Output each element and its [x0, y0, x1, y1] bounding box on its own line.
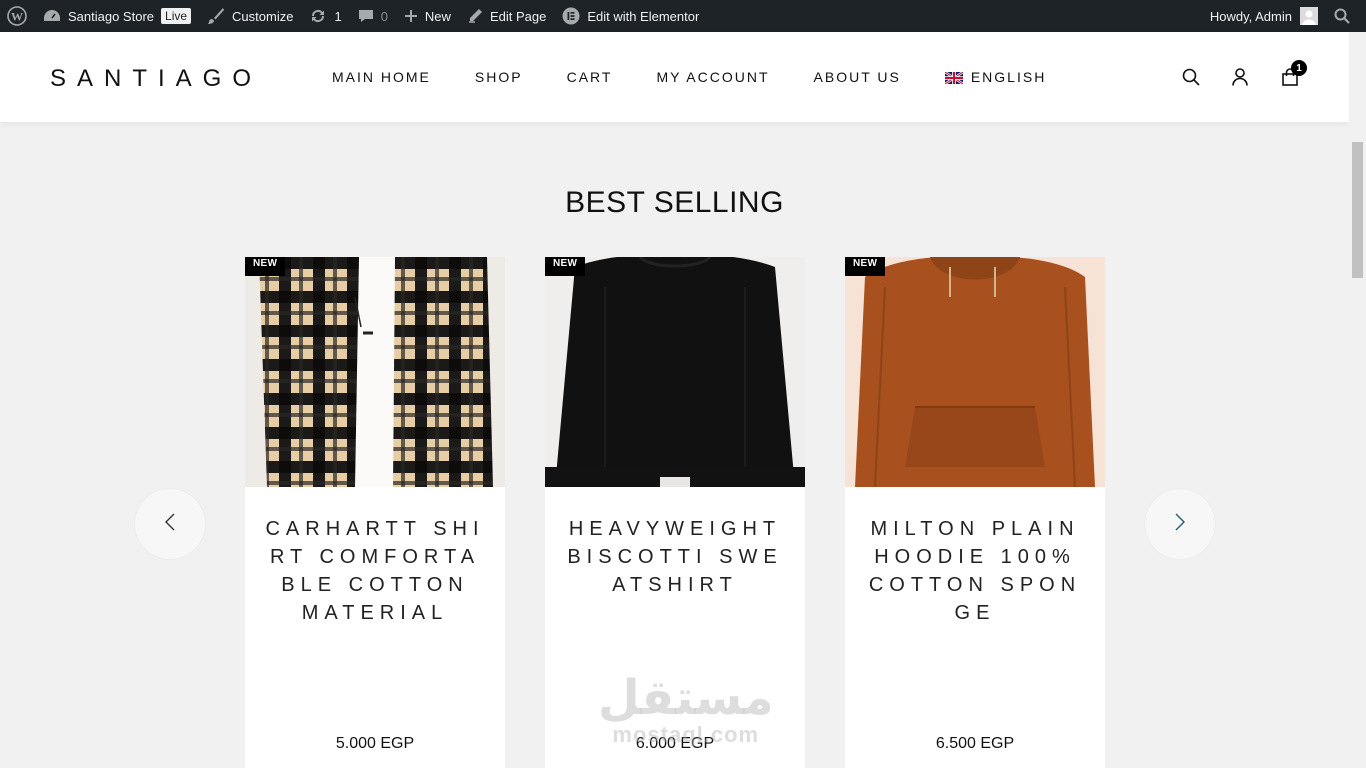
comment-icon — [358, 8, 374, 24]
cart-count-badge: 1 — [1291, 60, 1307, 76]
my-account-menu[interactable]: Howdy, Admin — [1202, 0, 1326, 32]
product-title[interactable]: HEAVYWEIGHT BISCOTTI SWEATSHIRT — [565, 515, 785, 599]
new-content-link[interactable]: New — [396, 0, 459, 32]
site-header: SANTIAGO MAIN HOME SHOP CART MY ACCOUNT … — [0, 32, 1349, 122]
watermark: مستقل mostaql.com — [598, 672, 774, 748]
section-title: BEST SELLING — [565, 186, 784, 219]
nav-item-about-us[interactable]: ABOUT US — [814, 69, 901, 85]
nav-item-cart[interactable]: CART — [567, 69, 613, 85]
language-label: ENGLISH — [970, 69, 1047, 85]
product-image-flannel-shirt[interactable]: NEW — [245, 257, 505, 487]
wordpress-logo-icon[interactable]: W — [0, 0, 35, 32]
admin-search-icon[interactable] — [1326, 0, 1366, 32]
site-logo[interactable]: SANTIAGO — [50, 65, 262, 93]
updates-count: 1 — [334, 8, 342, 24]
chevron-left-icon — [164, 512, 176, 537]
nav-item-my-account[interactable]: MY ACCOUNT — [656, 69, 769, 85]
elementor-icon — [562, 7, 580, 25]
product-title[interactable]: CARHARTT SHIRT COMFORTABLE COTTON MATERI… — [265, 515, 485, 627]
edit-elementor-label: Edit with Elementor — [587, 8, 700, 24]
product-card[interactable]: NEW CARHARTT SHIRT COMFORTABLE COTTON MA… — [245, 257, 505, 768]
watermark-latin: mostaql.com — [612, 722, 760, 747]
customize-label: Customize — [232, 8, 294, 24]
dashboard-icon — [43, 8, 61, 24]
site-name-label: Santiago Store — [68, 8, 155, 24]
uk-flag-icon — [944, 71, 964, 85]
account-user-icon[interactable] — [1232, 68, 1248, 86]
comments-count: 0 — [380, 8, 388, 24]
product-title[interactable]: MILTON PLAIN HOODIE 100% COTTON SPONGE — [865, 515, 1085, 627]
comments-link[interactable]: 0 — [350, 0, 396, 32]
edit-page-link[interactable]: Edit Page — [459, 0, 554, 32]
new-label: New — [424, 8, 451, 24]
watermark-arabic: مستقل — [598, 670, 774, 726]
carousel-next-button[interactable] — [1145, 489, 1215, 559]
avatar — [1300, 7, 1318, 25]
main-navigation: MAIN HOME SHOP CART MY ACCOUNT ABOUT US … — [332, 69, 1090, 85]
header-search-icon[interactable] — [1182, 68, 1200, 86]
howdy-label: Howdy, Admin — [1209, 8, 1292, 24]
brush-icon — [207, 7, 225, 25]
edit-page-label: Edit Page — [489, 8, 547, 24]
customize-link[interactable]: Customize — [199, 0, 301, 32]
plus-icon — [404, 9, 418, 23]
page-scrollbar[interactable] — [1349, 32, 1366, 768]
carousel-prev-button[interactable] — [135, 489, 205, 559]
new-badge: NEW — [245, 257, 286, 276]
new-badge: NEW — [845, 257, 886, 276]
pencil-icon — [467, 8, 483, 24]
product-card[interactable]: NEW MILTON PLAIN HOODIE 100% COTTON SPON… — [845, 257, 1105, 768]
new-badge: NEW — [545, 257, 586, 276]
product-image-hoodie[interactable]: NEW — [845, 257, 1105, 487]
product-price: 6.500 EGP — [935, 735, 1015, 752]
svg-text:W: W — [11, 10, 23, 24]
nav-item-main-home[interactable]: MAIN HOME — [332, 69, 431, 85]
product-image-sweatshirt[interactable]: NEW — [545, 257, 805, 487]
language-switcher[interactable]: ENGLISH — [944, 69, 1047, 85]
edit-elementor-link[interactable]: Edit with Elementor — [554, 0, 707, 32]
wp-admin-bar: W Santiago Store Live Customize 1 0 New — [0, 0, 1366, 32]
live-badge: Live — [161, 8, 192, 24]
nav-item-shop[interactable]: SHOP — [475, 69, 523, 85]
product-price: 5.000 EGP — [335, 735, 415, 752]
chevron-right-icon — [1174, 512, 1186, 537]
updates-link[interactable]: 1 — [301, 0, 349, 32]
updates-icon — [309, 8, 327, 24]
cart-bag-icon[interactable]: 1 — [1281, 60, 1307, 86]
scrollbar-thumb[interactable] — [1352, 142, 1363, 278]
site-name-menu[interactable]: Santiago Store Live — [35, 0, 199, 32]
